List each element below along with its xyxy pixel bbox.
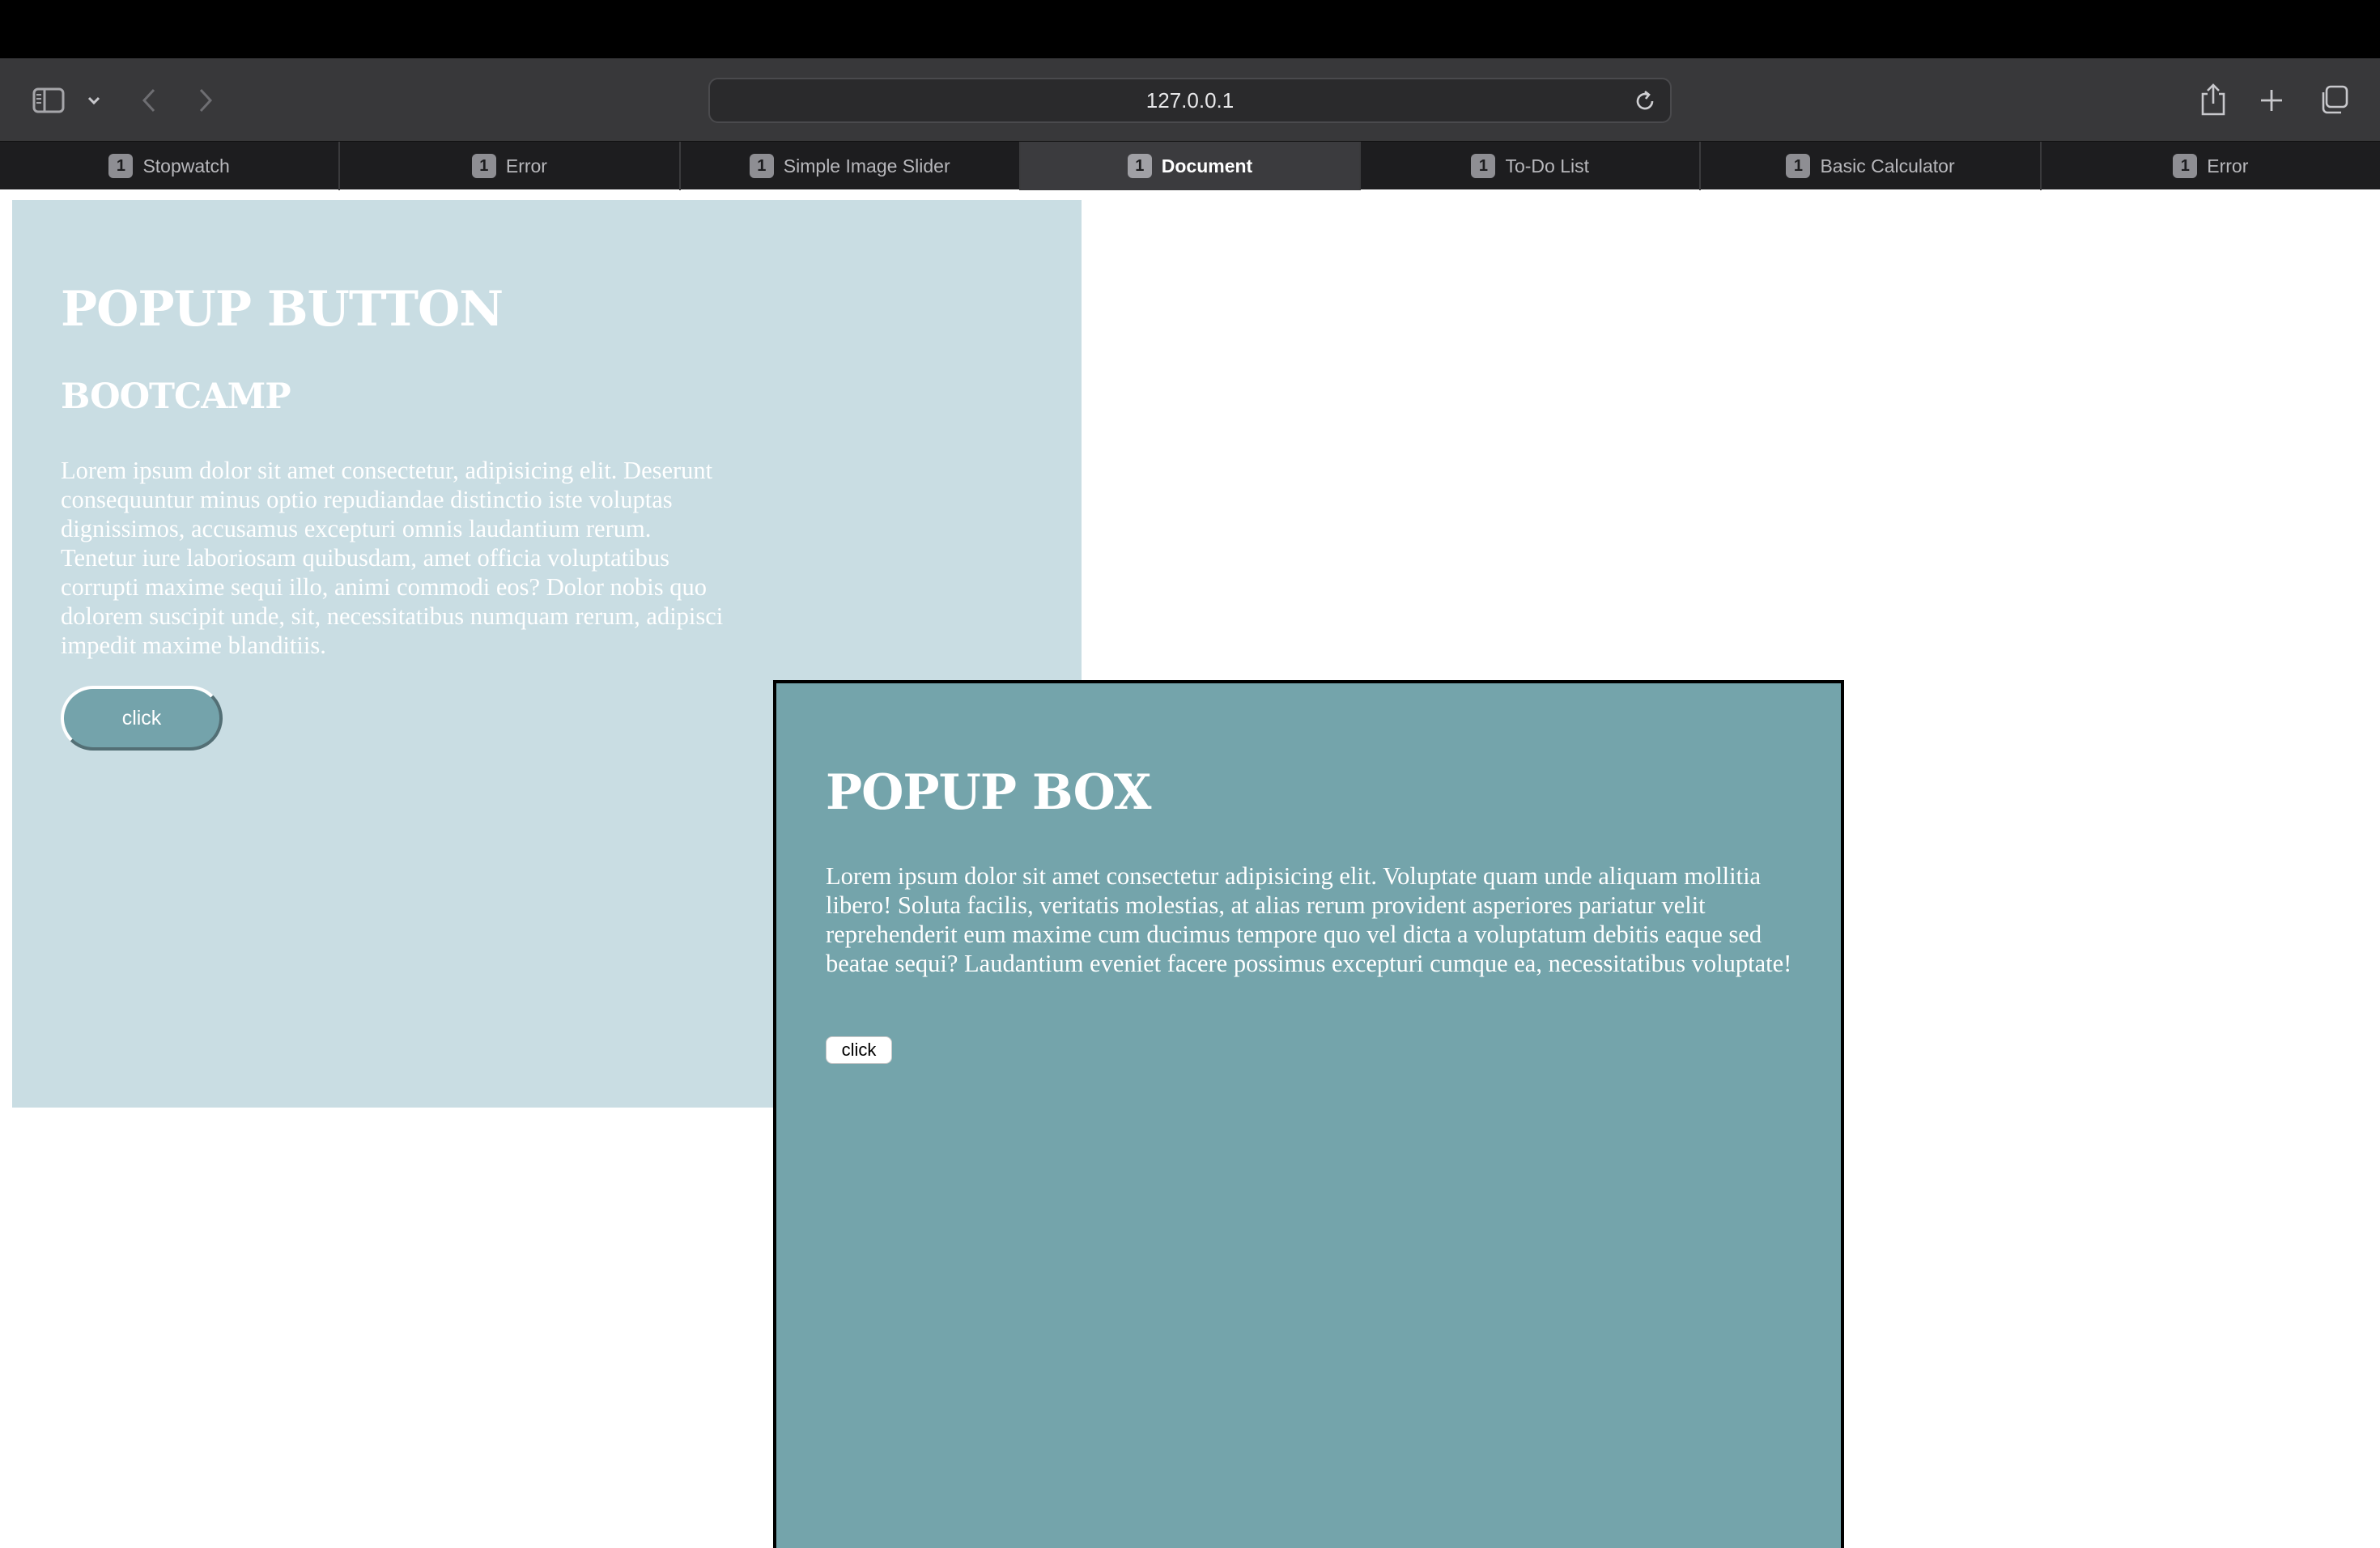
close-popup-button[interactable]: click (826, 1036, 892, 1064)
share-icon[interactable] (2197, 81, 2229, 118)
reload-icon[interactable] (1633, 89, 1657, 113)
panel-title: POPUP BUTTON (61, 281, 504, 338)
tab-bar: 1 Stopwatch 1 Error 1 Simple Image Slide… (0, 141, 2380, 190)
tab-badge: 1 (1786, 154, 1811, 178)
tab-to-do-list[interactable]: 1 To-Do List (1361, 142, 1702, 190)
open-popup-button[interactable]: click (61, 686, 223, 751)
popup-title: POPUP BOX (826, 764, 1151, 821)
tabs-overview-icon[interactable] (2317, 83, 2351, 117)
browser-toolbar: 127.0.0.1 (0, 58, 2380, 141)
tab-badge: 1 (1471, 154, 1496, 178)
sidebar-icon[interactable] (31, 83, 66, 118)
tab-title: Stopwatch (142, 155, 230, 176)
forward-icon[interactable] (191, 84, 220, 117)
tab-document[interactable]: 1 Document (1020, 142, 1362, 190)
popup-box: POPUP BOX Lorem ipsum dolor sit amet con… (773, 680, 1844, 1548)
address-bar[interactable]: 127.0.0.1 (708, 78, 1672, 123)
tab-badge: 1 (471, 154, 496, 178)
panel-subtitle: BOOTCAMP (61, 376, 291, 417)
tab-error-2[interactable]: 1 Error (2042, 142, 2380, 190)
address-url: 127.0.0.1 (1145, 87, 1235, 113)
tab-title: Basic Calculator (1820, 155, 1955, 176)
panel-body-text: Lorem ipsum dolor sit amet consectetur, … (61, 457, 724, 659)
tab-simple-image-slider[interactable]: 1 Simple Image Slider (681, 142, 1021, 190)
chevron-down-icon[interactable] (83, 89, 105, 112)
tab-badge: 1 (1127, 154, 1152, 178)
tab-error[interactable]: 1 Error (340, 142, 681, 190)
tab-title: Error (2207, 155, 2249, 176)
tab-stopwatch[interactable]: 1 Stopwatch (0, 142, 341, 190)
tab-badge: 1 (108, 154, 134, 178)
tab-badge: 1 (749, 154, 774, 178)
tab-title: Simple Image Slider (783, 155, 950, 176)
back-icon[interactable] (134, 84, 164, 117)
tab-title: To-Do List (1505, 155, 1590, 176)
window-top-bar (0, 0, 2380, 58)
tab-badge: 1 (2173, 154, 2198, 178)
popup-body-text: Lorem ipsum dolor sit amet consectetur a… (826, 862, 1792, 977)
plus-icon[interactable] (2255, 84, 2288, 117)
tab-title: Error (505, 155, 547, 176)
tab-basic-calculator[interactable]: 1 Basic Calculator (1701, 142, 2042, 190)
tab-title: Document (1161, 155, 1253, 176)
